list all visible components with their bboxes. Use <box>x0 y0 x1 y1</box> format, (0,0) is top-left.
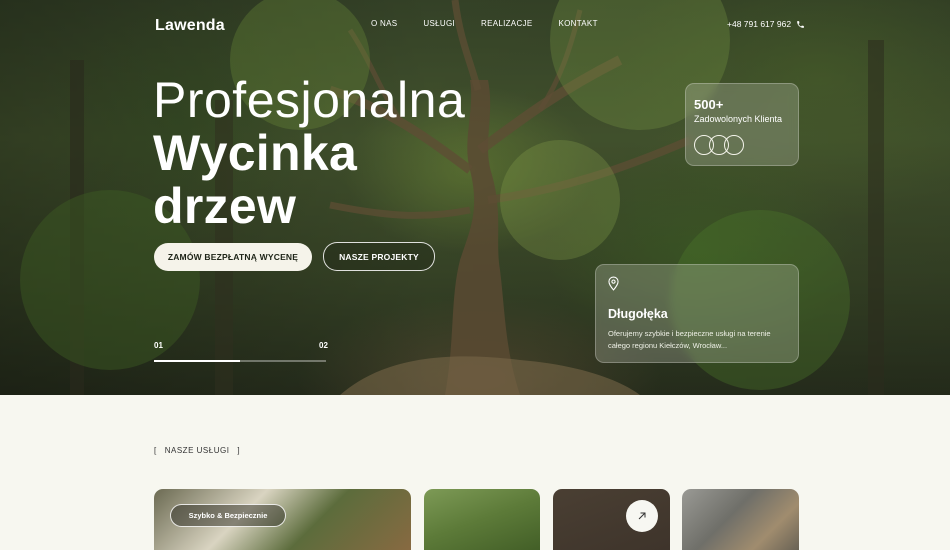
stat-label: Zadowolonych Klienta <box>694 114 783 124</box>
label-close-bracket: ] <box>237 446 241 455</box>
phone-icon <box>797 20 804 28</box>
nav-item-realizacje[interactable]: REALIZACJE <box>481 19 532 28</box>
arrow-up-right-icon <box>638 512 646 520</box>
service-card-1[interactable]: Szybko & Bezpiecznie <box>154 489 411 550</box>
service-card-2[interactable] <box>424 489 540 550</box>
slider-progress-fill <box>154 360 240 362</box>
headline-line-3: drzew <box>153 178 297 234</box>
free-quote-button[interactable]: ZAMÓW BEZPŁATNĄ WYCENĘ <box>154 243 312 271</box>
projects-button[interactable]: NASZE PROJEKTY <box>323 242 435 271</box>
main-nav: O NAS USŁUGI REALIZACJE KONTAKT <box>371 19 624 28</box>
service-card-4[interactable] <box>682 489 799 550</box>
location-pin-icon <box>608 276 619 291</box>
slide-next-number[interactable]: 02 <box>319 341 328 350</box>
client-avatars <box>694 135 744 155</box>
hero-headline: Profesjonalna Wycinka drzew <box>153 74 465 233</box>
nav-item-kontakt[interactable]: KONTAKT <box>558 19 597 28</box>
brand-logo[interactable]: Lawenda <box>155 17 225 35</box>
location-description: Oferujemy szybkie i bezpieczne usługi na… <box>608 329 771 350</box>
location-title: Długołęka <box>608 307 668 321</box>
location-card: Długołęka Oferujemy szybkie i bezpieczne… <box>595 264 799 363</box>
headline-line-2: Wycinka <box>153 125 358 181</box>
label-open-bracket: [ <box>154 446 157 455</box>
phone-number: +48 791 617 962 <box>727 19 792 29</box>
slide-current-number[interactable]: 01 <box>154 341 163 350</box>
nav-item-uslugi[interactable]: USŁUGI <box>423 19 455 28</box>
service-card-3[interactable] <box>553 489 670 550</box>
hero-section: Lawenda O NAS USŁUGI REALIZACJE KONTAKT … <box>0 0 950 395</box>
slider-progress-bar <box>154 360 326 362</box>
services-label-text: NASZE USŁUGI <box>164 446 230 455</box>
avatar <box>724 135 744 155</box>
services-section-label: [ NASZE USŁUGI ] <box>154 446 240 455</box>
service-tag: Szybko & Bezpiecznie <box>170 504 286 527</box>
open-service-button[interactable] <box>626 500 658 532</box>
stat-value: 500+ <box>694 97 724 112</box>
phone-link[interactable]: +48 791 617 962 <box>727 19 805 29</box>
clients-stat-card: 500+ Zadowolonych Klienta <box>685 83 799 166</box>
headline-line-1: Profesjonalna <box>153 72 466 128</box>
nav-item-o-nas[interactable]: O NAS <box>371 19 397 28</box>
